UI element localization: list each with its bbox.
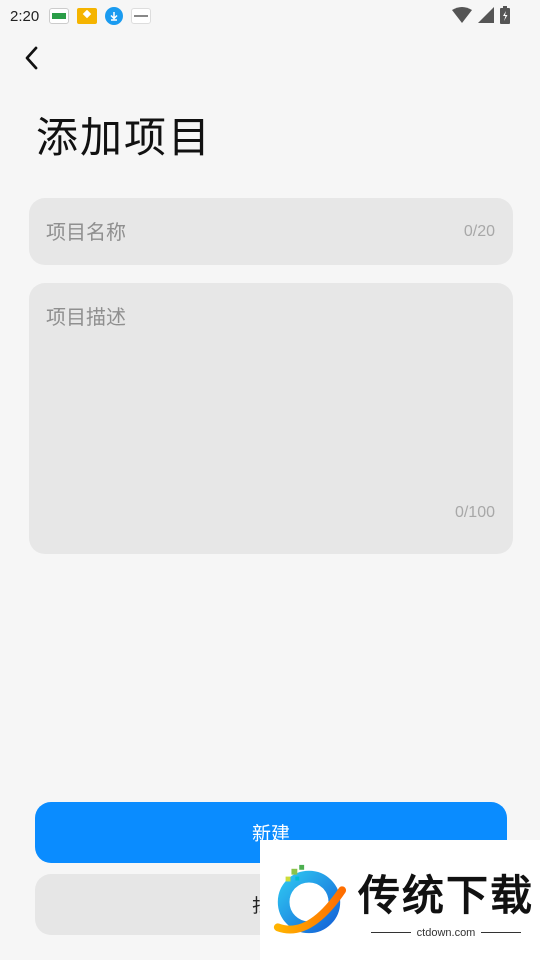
page-title: 添加项目 [36,113,213,162]
notification-icons [49,7,152,25]
project-description-input[interactable] [29,283,513,554]
status-time: 2:20 [10,7,40,25]
watermark-url: ctdown.com [370,926,522,939]
watermark: 传统下载 ctdown.com [260,840,540,960]
watermark-text: 传统下载 ctdown.com [358,862,534,939]
status-right-icons [452,6,510,24]
project-name-field[interactable]: 0/20 [29,198,513,265]
watermark-title: 传统下载 [358,870,535,920]
download-icon [105,7,124,25]
project-description-field[interactable]: 0/100 [29,283,513,554]
battery-icon [500,6,510,24]
chevron-left-icon [25,46,38,70]
app-icon [49,8,70,24]
app-icon [131,8,152,24]
divider [370,932,411,933]
wifi-icon [452,7,472,23]
watermark-logo-icon [273,864,347,934]
project-name-input[interactable] [29,198,513,265]
project-description-counter: 0/100 [454,504,495,521]
back-button[interactable] [16,42,48,74]
status-bar: 2:20 [0,0,540,32]
watermark-url-text: ctdown.com [416,926,476,939]
signal-icon [478,7,494,23]
app-icon [77,8,98,24]
project-name-counter: 0/20 [463,223,495,240]
divider [481,932,522,933]
